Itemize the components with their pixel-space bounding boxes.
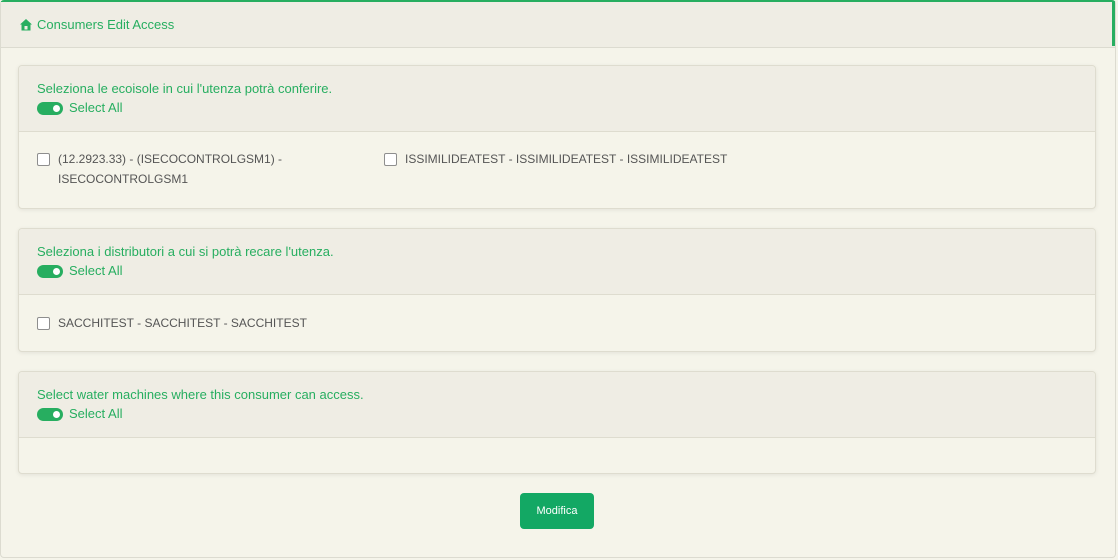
scrollbar-thumb[interactable] [1112, 2, 1115, 46]
distributore-checkbox[interactable] [37, 317, 50, 330]
page-title: Consumers Edit Access [37, 17, 175, 32]
distributori-heading: Seleziona i distributori a cui si potrà … [37, 244, 334, 259]
water-machines-card: Select water machines where this consume… [18, 371, 1096, 474]
distributori-card-header: Seleziona i distributori a cui si potrà … [19, 229, 1095, 295]
water-machines-select-all-toggle[interactable] [37, 407, 63, 421]
ecoisola-checkbox[interactable] [37, 153, 50, 166]
list-item-label: SACCHITEST - SACCHITEST - SACCHITEST [58, 316, 307, 330]
ecoisole-heading: Seleziona le ecoisole in cui l'utenza po… [37, 81, 333, 96]
water-machines-list [19, 438, 1095, 456]
water-machines-select-all-label[interactable]: Select All [69, 405, 122, 423]
distributori-card: Seleziona i distributori a cui si potrà … [18, 228, 1096, 352]
list-item[interactable]: ISSIMILIDEATEST - ISSIMILIDEATEST - ISSI… [384, 149, 727, 169]
list-item-label-cont: ISECOCONTROLGSM1 [58, 172, 189, 186]
home-icon[interactable] [19, 18, 33, 32]
distributori-list: SACCHITEST - SACCHITEST - SACCHITEST [19, 295, 1095, 330]
list-item-label: (12.2923.33) - (ISECOCONTROLGSM1) - [58, 152, 283, 166]
list-item-label: ISSIMILIDEATEST - ISSIMILIDEATEST - ISSI… [405, 152, 728, 166]
water-machines-heading: Select water machines where this consume… [37, 387, 364, 402]
distributori-select-all-label[interactable]: Select All [69, 262, 122, 280]
list-item[interactable]: (12.2923.33) - (ISECOCONTROLGSM1) - ISEC… [37, 149, 282, 189]
ecoisole-card-header: Seleziona le ecoisole in cui l'utenza po… [19, 66, 1095, 132]
water-machines-card-header: Select water machines where this consume… [19, 372, 1095, 438]
page-header: Consumers Edit Access [1, 2, 1115, 48]
list-item[interactable]: SACCHITEST - SACCHITEST - SACCHITEST [37, 313, 307, 333]
ecoisole-card: Seleziona le ecoisole in cui l'utenza po… [18, 65, 1096, 209]
ecoisole-list: (12.2923.33) - (ISECOCONTROLGSM1) - ISEC… [19, 132, 1095, 186]
distributori-select-all-toggle[interactable] [37, 264, 63, 278]
ecoisole-select-all-label[interactable]: Select All [69, 99, 122, 117]
modifica-button[interactable]: Modifica [520, 493, 594, 529]
ecoisola-checkbox[interactable] [384, 153, 397, 166]
ecoisole-select-all-toggle[interactable] [37, 101, 63, 115]
